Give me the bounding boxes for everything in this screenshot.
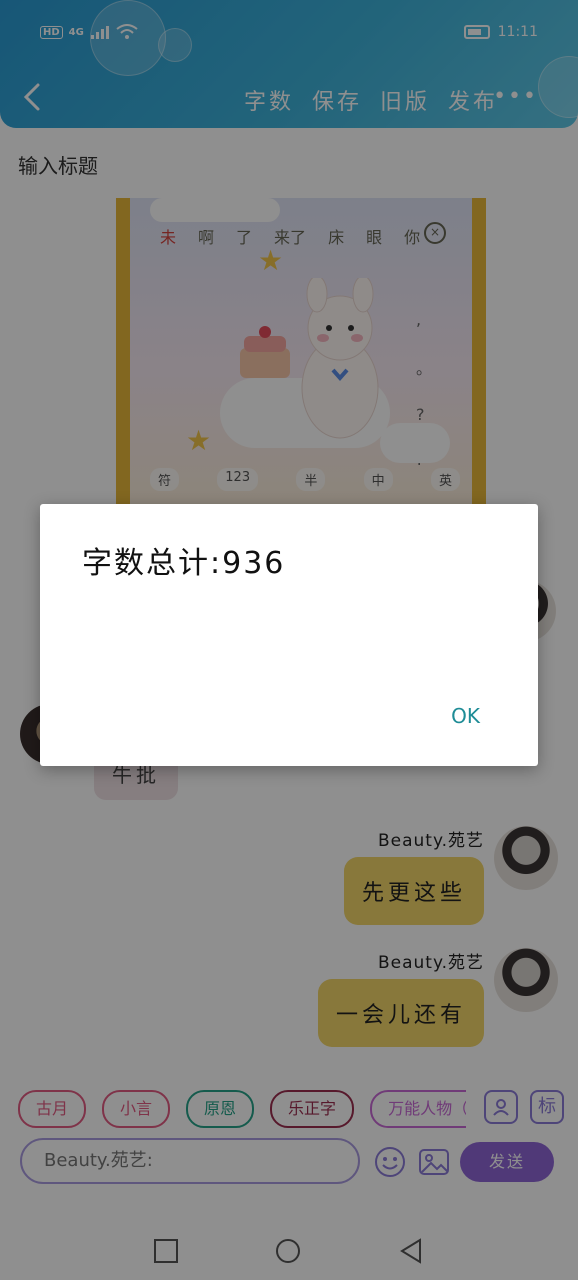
dialog-message: 字数总计:936 [82,546,286,581]
ok-button[interactable]: OK [451,704,480,728]
word-count-dialog: 字数总计:936 OK [40,504,538,766]
